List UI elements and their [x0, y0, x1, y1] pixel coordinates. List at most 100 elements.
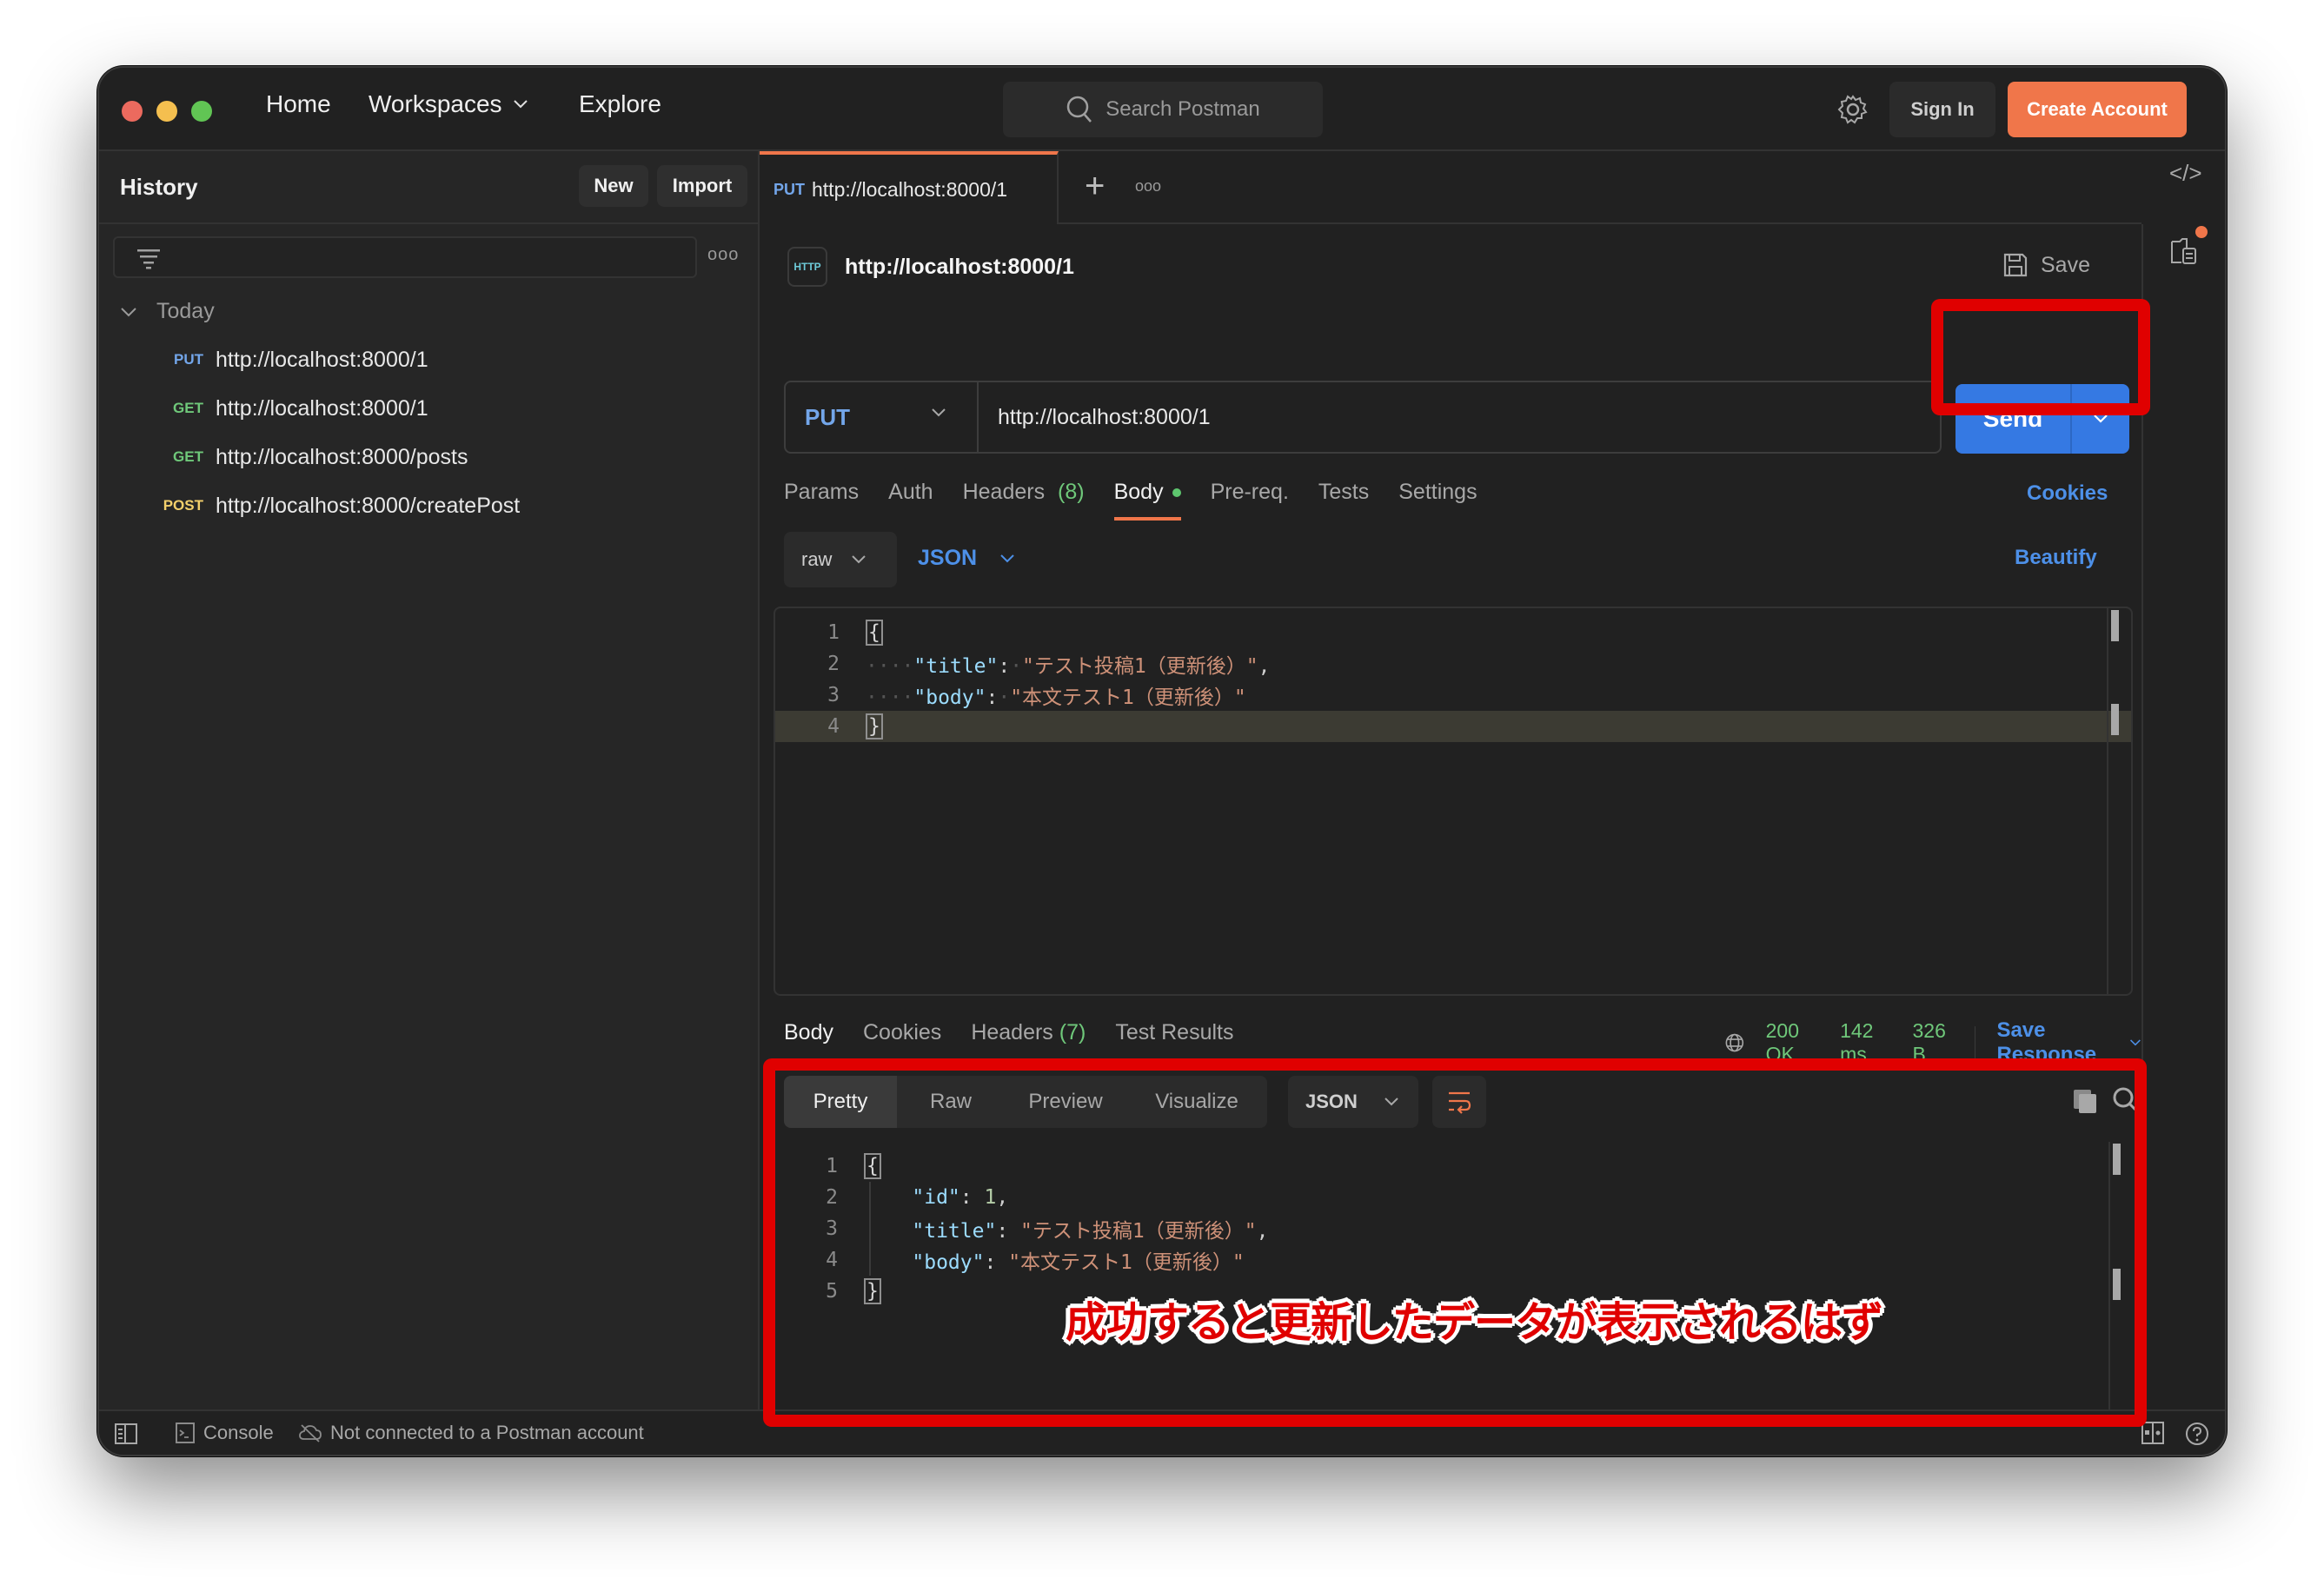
request-title: HTTP http://localhost:8000/1 — [787, 247, 1074, 287]
send-options-button[interactable] — [2072, 384, 2129, 454]
headers-count: (8) — [1058, 480, 1085, 504]
response-tab-headers[interactable]: Headers (7) — [971, 1020, 1086, 1045]
status-code[interactable]: 200 OK — [1766, 1019, 1819, 1066]
cloud-offline-icon — [299, 1424, 322, 1442]
import-button[interactable]: Import — [657, 165, 747, 207]
connection-status: Not connected to a Postman account — [299, 1422, 644, 1444]
json-key: "title" — [913, 655, 999, 678]
close-window-button[interactable] — [122, 101, 143, 122]
new-button[interactable]: New — [579, 165, 648, 207]
response-time[interactable]: 142 ms — [1840, 1019, 1891, 1066]
response-view-switcher: Pretty Raw Preview Visualize — [784, 1076, 1267, 1128]
nav-workspaces[interactable]: Workspaces — [369, 90, 528, 118]
editor-scrollbar-thumb[interactable] — [2111, 610, 2119, 641]
tab-label: Pre-req. — [1210, 480, 1289, 504]
response-format-select[interactable]: JSON — [1288, 1076, 1418, 1128]
console-button[interactable]: Console — [176, 1422, 274, 1444]
history-item-method: PUT — [174, 351, 203, 368]
tab-label: Headers — [962, 480, 1046, 504]
history-item-url: http://localhost:8000/1 — [216, 347, 428, 372]
response-tab-body[interactable]: Body — [784, 1020, 833, 1063]
history-group-label: Today — [156, 299, 215, 323]
minimize-window-button[interactable] — [156, 101, 177, 122]
nav-explore[interactable]: Explore — [579, 90, 661, 118]
documentation-icon[interactable] — [2169, 236, 2199, 266]
tab-settings[interactable]: Settings — [1398, 480, 1477, 505]
history-item[interactable]: POST http://localhost:8000/createPost — [99, 485, 758, 527]
chevron-down-icon — [1384, 1098, 1398, 1106]
two-pane-layout-icon[interactable] — [2141, 1422, 2164, 1444]
request-body-editor[interactable]: 1 { 2 ····"title":·"テスト投稿1（更新後）", 3 ····… — [774, 607, 2133, 996]
tab-url: http://localhost:8000/1 — [812, 177, 1008, 201]
history-item[interactable]: GET http://localhost:8000/1 — [99, 388, 758, 429]
new-tab-plus-icon[interactable]: + — [1085, 167, 1105, 206]
request-name[interactable]: http://localhost:8000/1 — [845, 255, 1074, 280]
response-format-value: JSON — [1305, 1091, 1358, 1112]
request-tabs: Params Auth Headers (8) Body Pre-req. Te… — [784, 480, 1507, 521]
toggle-sidebar-icon[interactable] — [115, 1423, 137, 1444]
tab-params[interactable]: Params — [784, 480, 859, 505]
response-tab-test-results[interactable]: Test Results — [1115, 1020, 1233, 1045]
history-item[interactable]: PUT http://localhost:8000/1 — [99, 339, 758, 381]
help-icon[interactable] — [2185, 1422, 2209, 1446]
response-scrollbar-thumb[interactable] — [2113, 1144, 2121, 1175]
url-input[interactable]: http://localhost:8000/1 — [998, 382, 1919, 452]
view-pretty[interactable]: Pretty — [784, 1076, 897, 1128]
save-response-label: Save Response — [1996, 1018, 2097, 1066]
save-button[interactable]: Save — [2002, 252, 2090, 278]
send-button-group: Send — [1955, 384, 2129, 454]
response-size[interactable]: 326 B — [1913, 1019, 1954, 1066]
body-mode-select[interactable]: raw — [784, 532, 897, 587]
history-item[interactable]: GET http://localhost:8000/posts — [99, 436, 758, 478]
view-raw[interactable]: Raw — [897, 1076, 1005, 1128]
line-number: 2 — [827, 653, 840, 675]
code-text: } — [864, 1278, 881, 1304]
beautify-link[interactable]: Beautify — [2015, 546, 2097, 570]
create-account-button[interactable]: Create Account — [2008, 82, 2187, 137]
maximize-window-button[interactable] — [191, 101, 212, 122]
line-number: 3 — [826, 1217, 838, 1240]
nav-home[interactable]: Home — [266, 90, 331, 118]
view-preview[interactable]: Preview — [1005, 1076, 1126, 1128]
code-line: 2 ····"title":·"テスト投稿1（更新後）", — [775, 648, 2131, 680]
line-number: 1 — [827, 621, 840, 644]
save-floppy-icon — [2003, 253, 2028, 277]
response-tab-cookies[interactable]: Cookies — [863, 1020, 941, 1045]
history-item-url: http://localhost:8000/1 — [216, 395, 428, 421]
settings-gear-icon[interactable] — [1837, 94, 1869, 125]
save-response-button[interactable]: Save Response — [1996, 1018, 2141, 1067]
send-button[interactable]: Send — [1955, 384, 2072, 454]
search-icon — [1067, 96, 1092, 123]
tab-body[interactable]: Body — [1113, 480, 1181, 521]
tab-headers[interactable]: Headers (8) — [963, 480, 1085, 505]
line-number: 2 — [826, 1186, 838, 1209]
code-line: 1 { — [774, 1151, 2133, 1182]
tab-label: Tests — [1318, 480, 1370, 504]
view-visualize[interactable]: Visualize — [1126, 1076, 1267, 1128]
notification-dot — [2195, 226, 2208, 238]
code-snippet-icon[interactable]: </> — [2169, 160, 2202, 187]
tab-label: Headers — [971, 1020, 1053, 1045]
cookies-link[interactable]: Cookies — [2027, 481, 2108, 506]
tab-more-options-icon[interactable]: ooo — [1135, 177, 1161, 196]
body-format-select[interactable]: JSON — [918, 546, 1015, 571]
request-tab[interactable]: PUT http://localhost:8000/1 — [760, 151, 1059, 224]
search-postman-input[interactable]: Search Postman — [1003, 82, 1323, 137]
sign-in-button[interactable]: Sign In — [1889, 82, 1995, 137]
tab-pre-request[interactable]: Pre-req. — [1211, 480, 1289, 505]
line-number: 1 — [826, 1155, 838, 1177]
history-group-today[interactable]: Today — [120, 299, 215, 324]
history-filter-input[interactable] — [113, 236, 697, 278]
search-icon[interactable] — [2112, 1086, 2140, 1114]
copy-icon[interactable] — [2072, 1088, 2098, 1114]
tab-tests[interactable]: Tests — [1318, 480, 1369, 505]
tab-auth[interactable]: Auth — [888, 480, 933, 505]
sidebar-more-options-icon[interactable]: ooo — [707, 245, 739, 265]
method-select[interactable]: PUT — [786, 382, 979, 452]
editor-scrollbar-track[interactable] — [2107, 608, 2108, 994]
save-label: Save — [2041, 252, 2090, 277]
globe-icon[interactable] — [1724, 1030, 1745, 1056]
wrap-lines-button[interactable] — [1432, 1076, 1486, 1128]
chevron-down-icon — [513, 100, 528, 109]
body-mode-value: raw — [801, 548, 833, 570]
